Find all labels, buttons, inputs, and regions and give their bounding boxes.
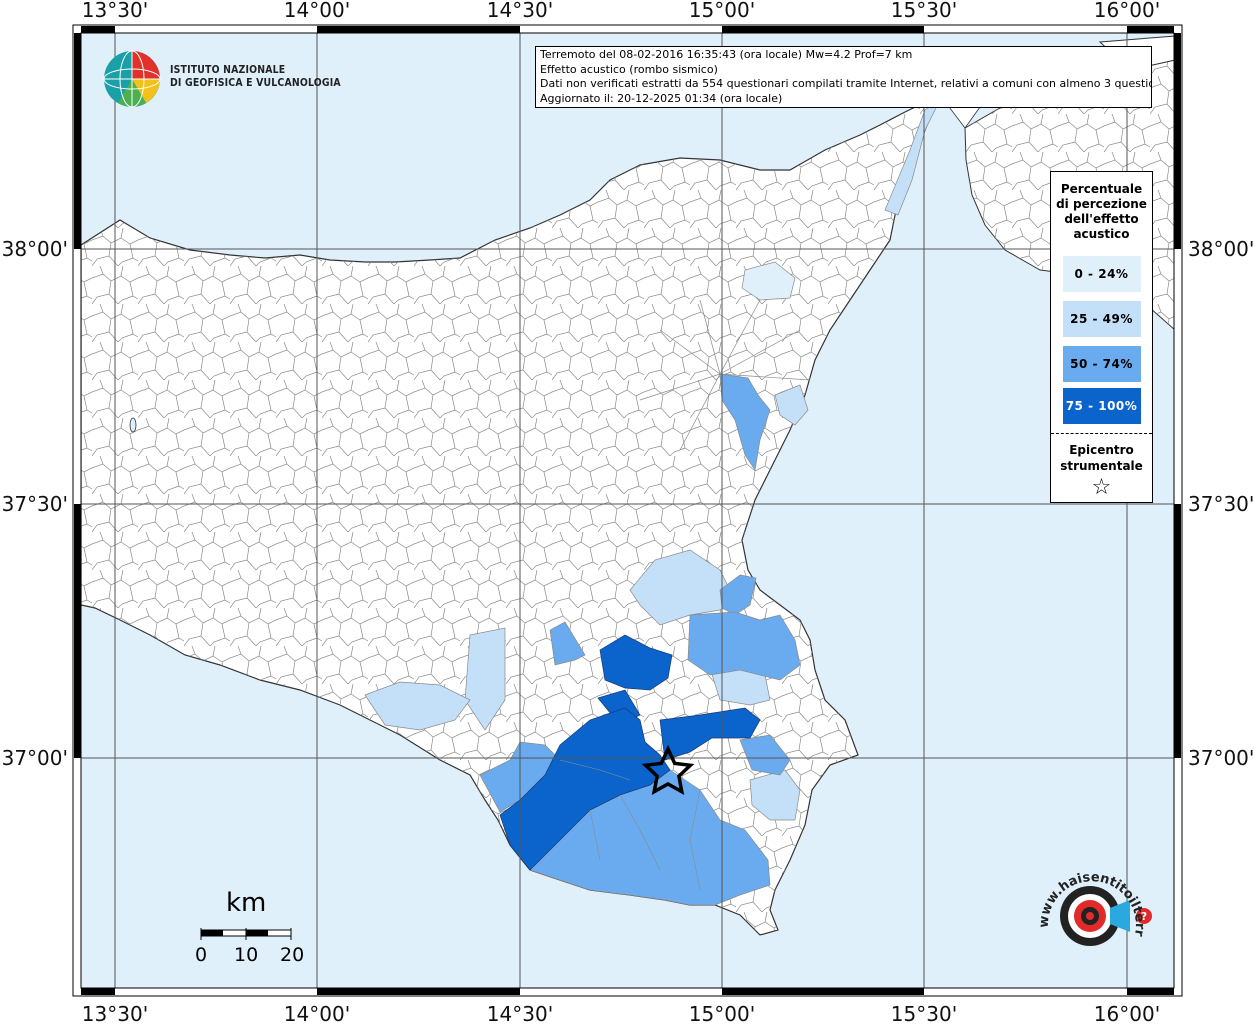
legend-class-25-49: 25 - 49% bbox=[1062, 301, 1141, 337]
lat-label: 37°30' bbox=[2, 492, 68, 516]
scale-tick: 20 bbox=[280, 944, 305, 966]
lon-label: 13°30' bbox=[82, 1002, 148, 1024]
lat-labels-left: 38°00' 37°30' 37°00' bbox=[2, 237, 68, 770]
lat-label: 38°00' bbox=[2, 237, 68, 261]
scale-bar: km 0 10 20 bbox=[190, 888, 310, 968]
event-info-box: Terremoto del 08-02-2016 16:35:43 (ora l… bbox=[535, 46, 1152, 108]
lat-label: 37°00' bbox=[1188, 746, 1254, 770]
lon-label: 14°00' bbox=[284, 0, 350, 22]
scale-tick: 0 bbox=[195, 944, 208, 966]
lon-label: 15°00' bbox=[689, 1002, 755, 1024]
legend: Percentuale di percezione dell'effetto a… bbox=[1050, 171, 1153, 503]
ingv-logo: ISTITUTO NAZIONALE DI GEOFISICA E VULCAN… bbox=[102, 49, 341, 109]
legend-class-0-24: 0 - 24% bbox=[1062, 256, 1141, 292]
lon-label: 15°30' bbox=[891, 1002, 957, 1024]
globe-icon bbox=[103, 50, 161, 108]
lat-labels-right: 38°00' 37°30' 37°00' bbox=[1188, 237, 1254, 770]
lon-label: 16°00' bbox=[1094, 0, 1160, 22]
legend-separator bbox=[1051, 433, 1152, 434]
ingv-name: ISTITUTO NAZIONALE DI GEOFISICA E VULCAN… bbox=[170, 63, 341, 89]
legend-title: Percentuale di percezione dell'effetto a… bbox=[1056, 182, 1147, 241]
event-info-line: Dati non verificati estratti da 554 ques… bbox=[540, 77, 1152, 91]
lon-label: 14°30' bbox=[487, 0, 553, 22]
lon-labels-top: 13°30' 14°00' 14°30' 15°00' 15°30' 16°00… bbox=[82, 0, 1160, 22]
lat-label: 38°00' bbox=[1188, 237, 1254, 261]
legend-epicenter-label: Epicentro strumentale bbox=[1060, 443, 1143, 473]
lon-label: 16°00' bbox=[1094, 1002, 1160, 1024]
haisentito-logo[interactable]: ? www.haisentitoilterremoto.it bbox=[1023, 857, 1165, 978]
lon-label: 13°30' bbox=[82, 0, 148, 22]
target-icon: ? www.haisentitoilterremoto.it bbox=[1023, 857, 1152, 946]
legend-class-50-74: 50 - 74% bbox=[1062, 346, 1141, 382]
event-info-line: Terremoto del 08-02-2016 16:35:43 (ora l… bbox=[540, 48, 913, 61]
event-info-line: Aggiornato il: 20-12-2025 01:34 (ora loc… bbox=[540, 91, 783, 105]
scale-tick: 10 bbox=[234, 944, 259, 966]
lon-label: 15°30' bbox=[891, 0, 957, 22]
ingv-name-line1: ISTITUTO NAZIONALE bbox=[170, 63, 286, 76]
ingv-name-line2: DI GEOFISICA E VULCANOLOGIA bbox=[170, 76, 341, 89]
star-outline-icon: ☆ bbox=[1091, 475, 1112, 500]
lat-label: 37°30' bbox=[1188, 492, 1254, 516]
lake bbox=[129, 417, 137, 433]
lon-label: 14°00' bbox=[284, 1002, 350, 1024]
lon-label: 15°00' bbox=[689, 0, 755, 22]
lon-labels-bottom: 13°30' 14°00' 14°30' 15°00' 15°30' 16°00… bbox=[82, 1002, 1160, 1024]
event-info-line: Effetto acustico (rombo sismico) bbox=[540, 62, 718, 76]
lat-label: 37°00' bbox=[2, 746, 68, 770]
scale-bar-graphic bbox=[200, 928, 292, 940]
legend-class-75-100: 75 - 100% bbox=[1062, 388, 1141, 424]
lon-label: 14°30' bbox=[487, 1002, 553, 1024]
